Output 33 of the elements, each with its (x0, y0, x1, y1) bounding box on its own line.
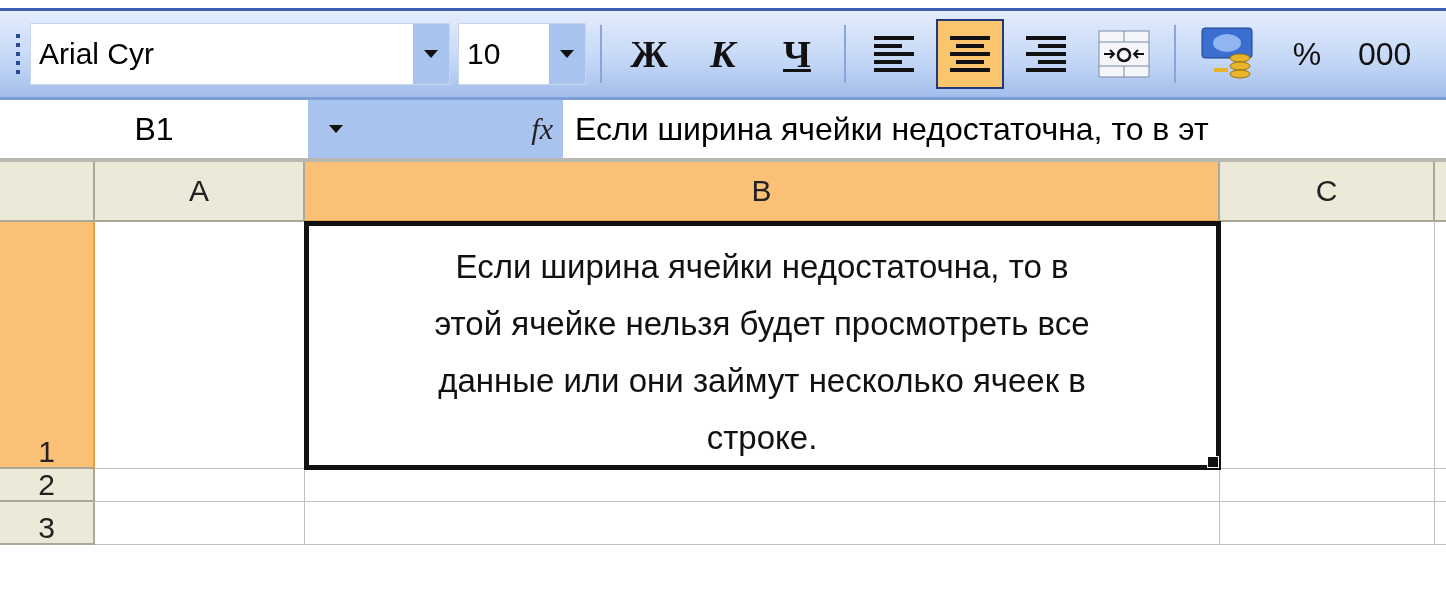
table-cell[interactable] (95, 469, 305, 502)
dropdown-caret-icon (559, 49, 575, 59)
italic-button[interactable]: К (690, 19, 756, 89)
currency-icon (1200, 26, 1256, 82)
merge-cells-icon (1098, 30, 1150, 78)
name-box-dropdown[interactable]: fx (308, 100, 563, 158)
font-size-dropdown[interactable]: 10 (458, 23, 586, 85)
toolbar-grip-icon[interactable] (14, 32, 22, 76)
row-header[interactable]: 3 (0, 502, 95, 545)
bold-button[interactable]: Ж (616, 19, 682, 89)
table-cell[interactable] (1220, 502, 1435, 545)
formula-field[interactable]: Если ширина ячейки недостаточна, то в эт (563, 100, 1446, 158)
table-cell[interactable] (305, 502, 1220, 545)
row-header[interactable]: 2 (0, 469, 95, 502)
underline-button[interactable]: Ч (764, 19, 830, 89)
table-cell[interactable] (1220, 469, 1435, 502)
dropdown-caret-icon (423, 49, 439, 59)
column-header[interactable]: C (1220, 162, 1435, 222)
table-cell[interactable] (305, 469, 1220, 502)
dropdown-caret-icon (328, 124, 344, 134)
align-center-button[interactable] (936, 19, 1004, 89)
table-cell[interactable] (1220, 222, 1435, 469)
column-header[interactable]: B (305, 162, 1220, 222)
insert-function-label[interactable]: fx (531, 112, 553, 146)
font-name-dropdown[interactable]: Arial Cyr (30, 23, 450, 85)
percent-style-button[interactable]: % (1274, 19, 1340, 89)
active-cell[interactable]: Если ширина ячейки недостаточна, то в этой ячейке нельзя будет просмотреть все данные или они займут несколько ячеек в строке. (305, 222, 1220, 469)
comma-style-button[interactable]: 000 (1348, 19, 1422, 89)
cell-text: Если ширина ячейки недостаточна, то в этой ячейке нельзя будет просмотреть все данные или они займут несколько ячеек в строке. (433, 247, 1091, 458)
row-header[interactable]: 1 (0, 222, 95, 469)
table-cell[interactable] (95, 502, 305, 545)
fill-handle[interactable] (1207, 456, 1219, 468)
column-header[interactable]: A (95, 162, 305, 222)
